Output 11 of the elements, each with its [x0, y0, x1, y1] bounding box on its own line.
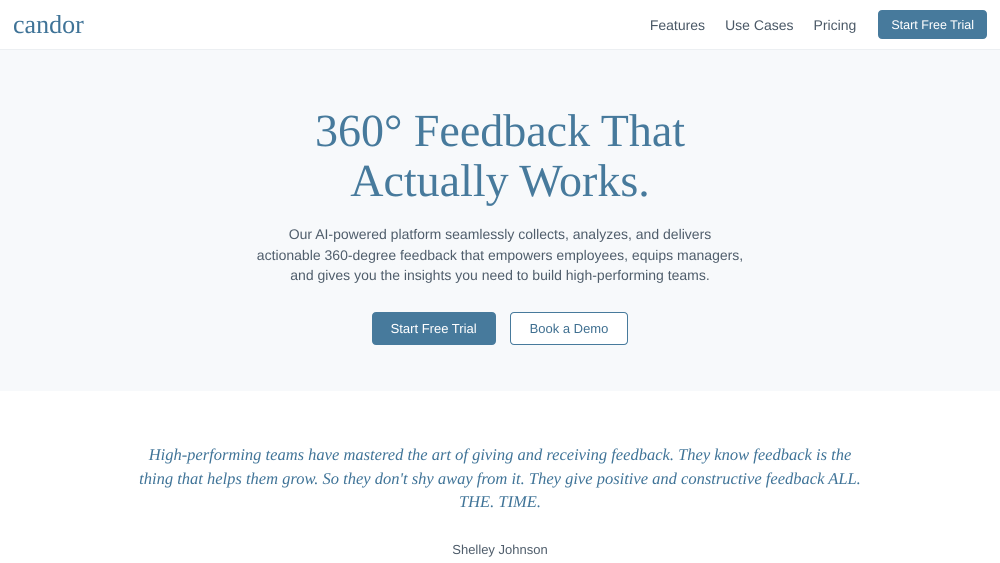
testimonial-author: Shelley Johnson [452, 542, 548, 556]
hero-description: Our AI-powered platform seamlessly collects, analyzes, and delivers actionable 360-degree feedback that empowers employees, equips managers, and gives you the insights you need to build high-performing teams. [256, 225, 744, 285]
hero-title: 360° Feedback That Actually Works. [314, 106, 686, 206]
nav-link[interactable]: Features [650, 16, 706, 32]
start-trial-button[interactable]: Start Free Trial [372, 312, 496, 344]
start-trial-button[interactable]: Start Free Trial [878, 10, 987, 39]
nav-link[interactable]: Pricing [814, 16, 856, 32]
nav-link[interactable]: Use Cases [725, 16, 794, 32]
logo[interactable]: candor [13, 10, 84, 40]
testimonial-quote: High-performing teams have mastered the art of giving and receiving feedback. They know feedback is the thing that helps them grow. So they don't shy away from it. They give positive and constructive feedback ALL. THE. TIME. [138, 444, 862, 513]
book-demo-button[interactable]: Book a Demo [510, 312, 628, 344]
